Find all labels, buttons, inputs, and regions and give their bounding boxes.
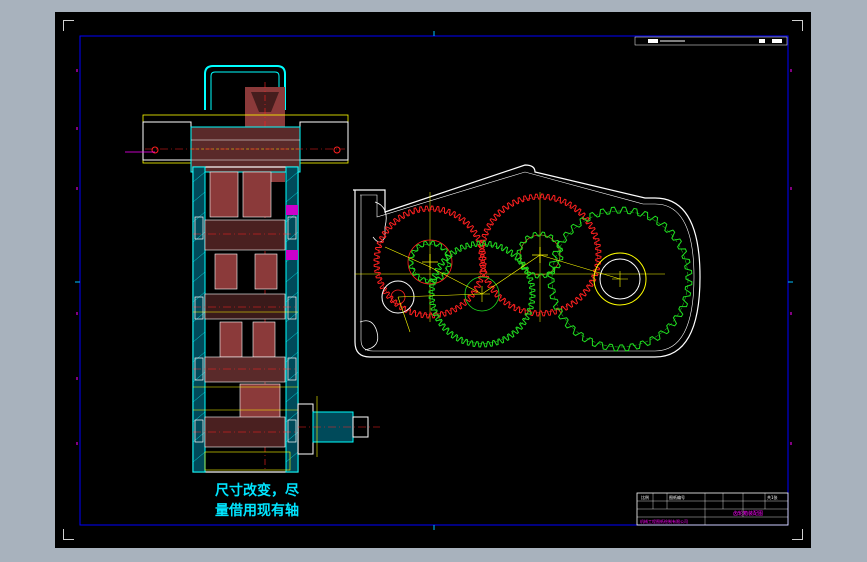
drawing-canvas: 尺寸改变，尽 量借用现有轴 比例 图纸编号 共1张 齿轮箱装配图 机械工程图纸绘… <box>75 31 793 530</box>
title-block-sheet: 共1张 <box>767 494 778 500</box>
frame-side-marks <box>76 69 792 445</box>
output-shaft <box>297 396 380 457</box>
title-block-drawing-name: 齿轮箱装配图 <box>733 510 763 517</box>
note-line-1-text: 尺寸改变，尽 <box>215 482 300 499</box>
title-block-header-left: 比例 <box>641 494 649 500</box>
input-cross-shaft <box>125 114 349 173</box>
internal-gears <box>204 171 291 471</box>
gear-layout-view <box>353 164 701 358</box>
gear-green-3-center-mark <box>422 254 438 270</box>
oil-seal-marker-2 <box>286 250 298 260</box>
frame-zone-ticks <box>75 31 793 530</box>
cad-viewport[interactable]: 尺寸改变，尽 量借用现有轴 比例 图纸编号 共1张 齿轮箱装配图 机械工程图纸绘… <box>55 12 811 548</box>
drawing-frame <box>79 35 789 526</box>
gearbox-housing-outline <box>353 164 701 358</box>
title-block-header-mid: 图纸编号 <box>669 494 685 500</box>
title-block-company: 机械工程图纸绘制有限公司 <box>640 518 688 524</box>
section-view-shaft-stack <box>125 65 380 473</box>
note-line-2-text: 量借用现有轴 <box>215 502 299 519</box>
drawing-code-box <box>634 36 788 46</box>
oil-seal-marker-1 <box>286 205 298 215</box>
title-block: 比例 图纸编号 共1张 齿轮箱装配图 机械工程图纸绘制有限公司 <box>636 492 789 526</box>
